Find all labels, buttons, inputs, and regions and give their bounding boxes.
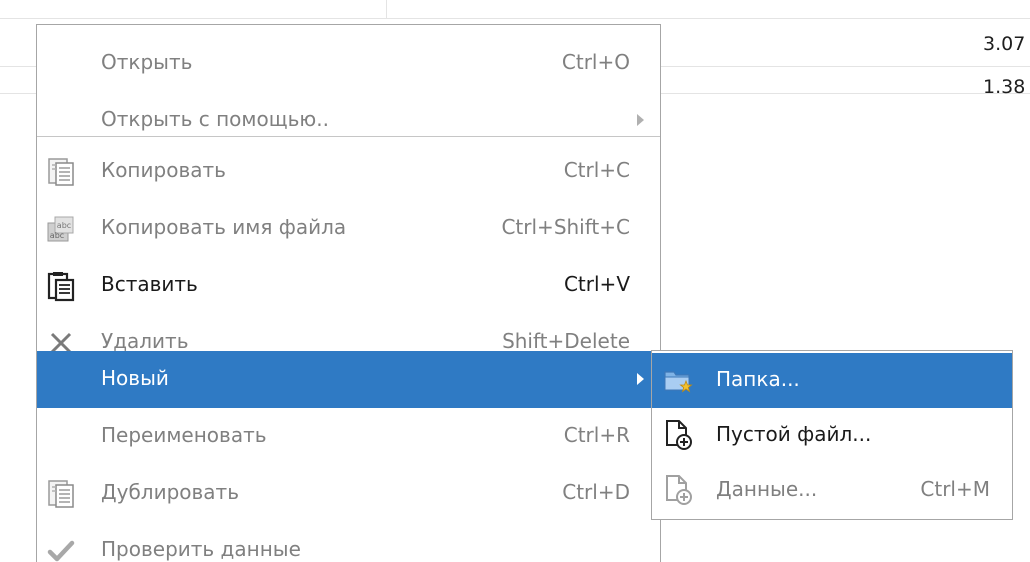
menu-item-new[interactable]: Новый: [37, 351, 660, 408]
svg-text:abc: abc: [57, 221, 71, 230]
table-cell-size: 3.07: [983, 33, 1026, 55]
menu-item-duplicate[interactable]: Дублировать Ctrl+D: [37, 465, 660, 522]
menu-item-open-with[interactable]: Открыть с помощью..: [37, 92, 660, 149]
menu-item-open[interactable]: Открыть Ctrl+O: [37, 35, 660, 92]
menu-item-label: Пустой файл...: [716, 422, 872, 446]
menu-item-shortcut: Ctrl+D: [562, 480, 630, 504]
menu-item-copy-filename[interactable]: abc abc Копировать имя файла Ctrl+Shift+…: [37, 200, 660, 257]
menu-item-label: Копировать: [101, 158, 226, 182]
menu-item-label: Открыть: [101, 50, 193, 74]
copy-filename-icon: abc abc: [45, 213, 77, 245]
menu-item-label: Новый: [101, 366, 169, 390]
menu-item-label: Переименовать: [101, 423, 267, 447]
menu-item-label: Данные...: [716, 477, 818, 501]
menu-item-shortcut: Ctrl+R: [563, 423, 630, 447]
new-file-icon: [662, 419, 694, 451]
menu-item-label: Папка...: [716, 367, 800, 391]
menu-item-shortcut: Ctrl+C: [563, 158, 630, 182]
submenu-arrow-icon: [637, 114, 644, 126]
menu-item-paste[interactable]: Вставить Ctrl+V: [37, 257, 660, 314]
duplicate-icon: [45, 478, 77, 510]
paste-icon: [45, 270, 77, 302]
checkmark-icon: [45, 535, 77, 562]
menu-item-label: Вставить: [101, 272, 198, 296]
table-column-divider: [386, 0, 387, 18]
context-menu: Открыть Ctrl+O Открыть с помощью.. Копир…: [36, 24, 661, 562]
menu-item-shortcut: Ctrl+O: [561, 50, 630, 74]
menu-item-shortcut: Ctrl+Shift+C: [501, 215, 630, 239]
table-row-divider: [0, 18, 1030, 19]
copy-icon: [45, 156, 77, 188]
new-submenu: Папка... Пустой файл... Данные... Ctrl+M: [651, 350, 1013, 520]
submenu-arrow-icon: [637, 373, 644, 385]
menu-item-rename[interactable]: Переименовать Ctrl+R: [37, 408, 660, 465]
menu-item-label: Дублировать: [101, 480, 239, 504]
submenu-item-data[interactable]: Данные... Ctrl+M: [652, 463, 1012, 518]
file-browser-window: 3.07 1.38 Открыть Ctrl+O Открыть с помощ…: [0, 0, 1030, 562]
new-data-icon: [662, 474, 694, 506]
menu-item-label: Копировать имя файла: [101, 215, 347, 239]
submenu-item-empty-file[interactable]: Пустой файл...: [652, 408, 1012, 463]
new-folder-icon: [662, 364, 694, 396]
menu-item-label: Проверить данные: [101, 537, 301, 561]
menu-separator: [37, 136, 660, 137]
menu-item-copy[interactable]: Копировать Ctrl+C: [37, 143, 660, 200]
menu-item-label: Открыть с помощью..: [101, 107, 329, 131]
menu-item-shortcut: Ctrl+V: [563, 272, 630, 296]
menu-item-shortcut: Ctrl+M: [920, 477, 990, 501]
menu-item-check-data[interactable]: Проверить данные: [37, 522, 660, 562]
menu-item-shortcut: Shift+Delete: [502, 329, 630, 353]
menu-item-label: Удалить: [101, 329, 189, 353]
submenu-item-folder[interactable]: Папка...: [652, 353, 1012, 408]
table-cell-size: 1.38: [983, 76, 1026, 98]
svg-text:abc: abc: [50, 231, 64, 240]
